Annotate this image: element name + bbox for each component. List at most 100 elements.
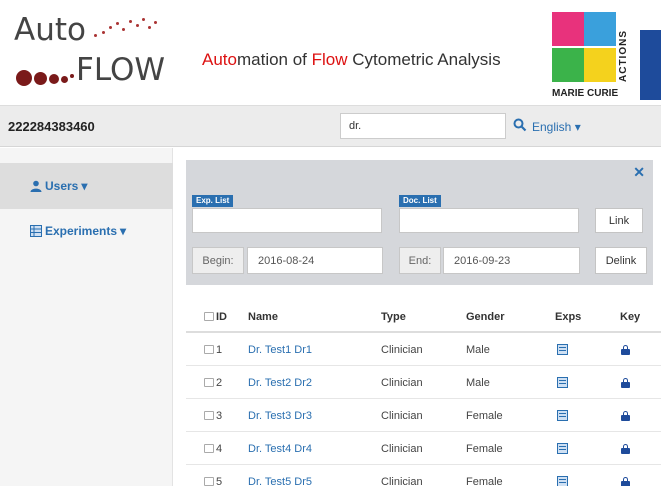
exps-cell: [557, 366, 568, 399]
user-icon: [30, 180, 42, 192]
logo-spark: [136, 24, 139, 27]
row-name-link[interactable]: Dr. Test2 Dr2: [248, 366, 312, 399]
select-all-checkbox[interactable]: [204, 312, 214, 321]
title-highlight: Flow: [311, 50, 348, 69]
experiments-icon[interactable]: [557, 410, 568, 421]
sidebar: Users ▾ Experiments ▾: [0, 148, 173, 486]
logo-spark: [142, 18, 145, 21]
row-checkbox[interactable]: [204, 444, 214, 453]
language-dropdown[interactable]: English ▾: [532, 120, 581, 134]
actions-text: ACTIONS: [618, 30, 629, 82]
row-name-link[interactable]: Dr. Test3 Dr3: [248, 399, 312, 432]
doc-list-label: Doc. List: [399, 195, 441, 207]
lock-icon[interactable]: [621, 344, 630, 355]
row-checkbox[interactable]: [204, 345, 214, 354]
row-type: Clinician: [381, 343, 423, 356]
eu-flag-icon: [640, 30, 661, 100]
navbar: 222284383460 English ▾: [0, 106, 661, 147]
logo-dot: [61, 76, 68, 83]
select-all-cell[interactable]: ID: [204, 300, 227, 333]
row-checkbox[interactable]: [204, 411, 214, 420]
experiments-icon[interactable]: [557, 476, 568, 486]
sidebar-item-experiments[interactable]: Experiments ▾: [0, 208, 173, 254]
table-row[interactable]: 1 Dr. Test1 Dr1 Clinician Male: [186, 333, 661, 366]
row-type: Clinician: [381, 442, 423, 455]
filter-panel: ✕ Exp. List Doc. List Link Begin: 2016-0…: [186, 160, 653, 285]
logo-spark: [154, 21, 157, 24]
lock-icon[interactable]: [621, 476, 630, 486]
row-gender: Female: [466, 442, 503, 455]
autoflow-logo[interactable]: Auto FLOW: [14, 12, 184, 100]
user-id: 222284383460: [8, 119, 95, 134]
table-row[interactable]: 4 Dr. Test4 Dr4 Clinician Female: [186, 432, 661, 465]
app-header: Auto FLOW Automation of Flow Cytometric …: [0, 0, 661, 106]
search-icon[interactable]: [513, 118, 527, 132]
column-header-name[interactable]: Name: [248, 300, 278, 333]
logo-spark: [94, 34, 97, 37]
doc-list-input[interactable]: [399, 208, 579, 233]
title-text: mation of: [236, 50, 312, 69]
logo-spark: [102, 31, 105, 34]
row-id: 3: [216, 409, 223, 422]
row-name-link[interactable]: Dr. Test1 Dr1: [248, 333, 312, 366]
key-cell: [621, 432, 630, 465]
id-cell: 2: [204, 366, 222, 399]
lock-icon[interactable]: [621, 377, 630, 388]
begin-date-input[interactable]: 2016-08-24: [247, 247, 383, 274]
row-id: 2: [216, 376, 223, 389]
delink-button[interactable]: Delink: [595, 247, 647, 274]
key-cell: [621, 366, 630, 399]
logo-auto-text: Auto: [14, 12, 86, 48]
exps-cell: [557, 399, 568, 432]
row-name-link[interactable]: Dr. Test5 Dr5: [248, 465, 312, 486]
marie-curie-logo: ACTIONS MARIE CURIE: [548, 8, 638, 102]
table-icon: [30, 225, 42, 237]
experiments-icon[interactable]: [557, 377, 568, 388]
table-row[interactable]: 3 Dr. Test3 Dr3 Clinician Female: [186, 399, 661, 432]
id-cell: 1: [204, 333, 222, 366]
title-highlight: Auto: [202, 50, 237, 69]
key-cell: [621, 465, 630, 486]
logo-spark: [122, 28, 125, 31]
table-row[interactable]: 5 Dr. Test5 Dr5 Clinician Female: [186, 465, 661, 486]
logo-dot: [70, 74, 74, 78]
column-header-id: ID: [216, 310, 227, 323]
experiments-icon[interactable]: [557, 344, 568, 355]
sidebar-item-users[interactable]: Users ▾: [0, 163, 173, 209]
experiments-icon[interactable]: [557, 443, 568, 454]
language-label: English: [532, 120, 572, 134]
lock-icon[interactable]: [621, 410, 630, 421]
column-header-gender[interactable]: Gender: [466, 300, 505, 333]
logo-flow-text: FLOW: [76, 52, 166, 88]
exps-cell: [557, 432, 568, 465]
row-checkbox[interactable]: [204, 477, 214, 486]
row-type: Clinician: [381, 475, 423, 486]
row-name-link[interactable]: Dr. Test4 Dr4: [248, 432, 312, 465]
row-gender: Male: [466, 376, 490, 389]
search-input[interactable]: [340, 113, 506, 139]
table-row[interactable]: 2 Dr. Test2 Dr2 Clinician Male: [186, 366, 661, 399]
id-cell: 4: [204, 432, 222, 465]
row-gender: Female: [466, 475, 503, 486]
key-cell: [621, 399, 630, 432]
exp-list-input[interactable]: [192, 208, 382, 233]
row-checkbox[interactable]: [204, 378, 214, 387]
logo-square: [584, 48, 616, 82]
end-date-input[interactable]: 2016-09-23: [443, 247, 580, 274]
row-type: Clinician: [381, 409, 423, 422]
end-label: End:: [399, 247, 441, 274]
caret-down-icon: ▾: [574, 120, 581, 134]
id-cell: 5: [204, 465, 222, 486]
logo-spark: [109, 26, 112, 29]
column-header-key: Key: [620, 310, 641, 323]
exps-cell: [557, 465, 568, 486]
link-button[interactable]: Link: [595, 208, 643, 233]
sidebar-item-label: Users: [45, 179, 79, 193]
close-icon[interactable]: ✕: [633, 164, 645, 181]
row-gender: Female: [466, 409, 503, 422]
column-header-type[interactable]: Type: [381, 300, 406, 333]
exp-list-label: Exp. List: [192, 195, 234, 207]
row-id: 4: [216, 442, 223, 455]
lock-icon[interactable]: [621, 443, 630, 454]
logo-dot: [16, 70, 32, 86]
